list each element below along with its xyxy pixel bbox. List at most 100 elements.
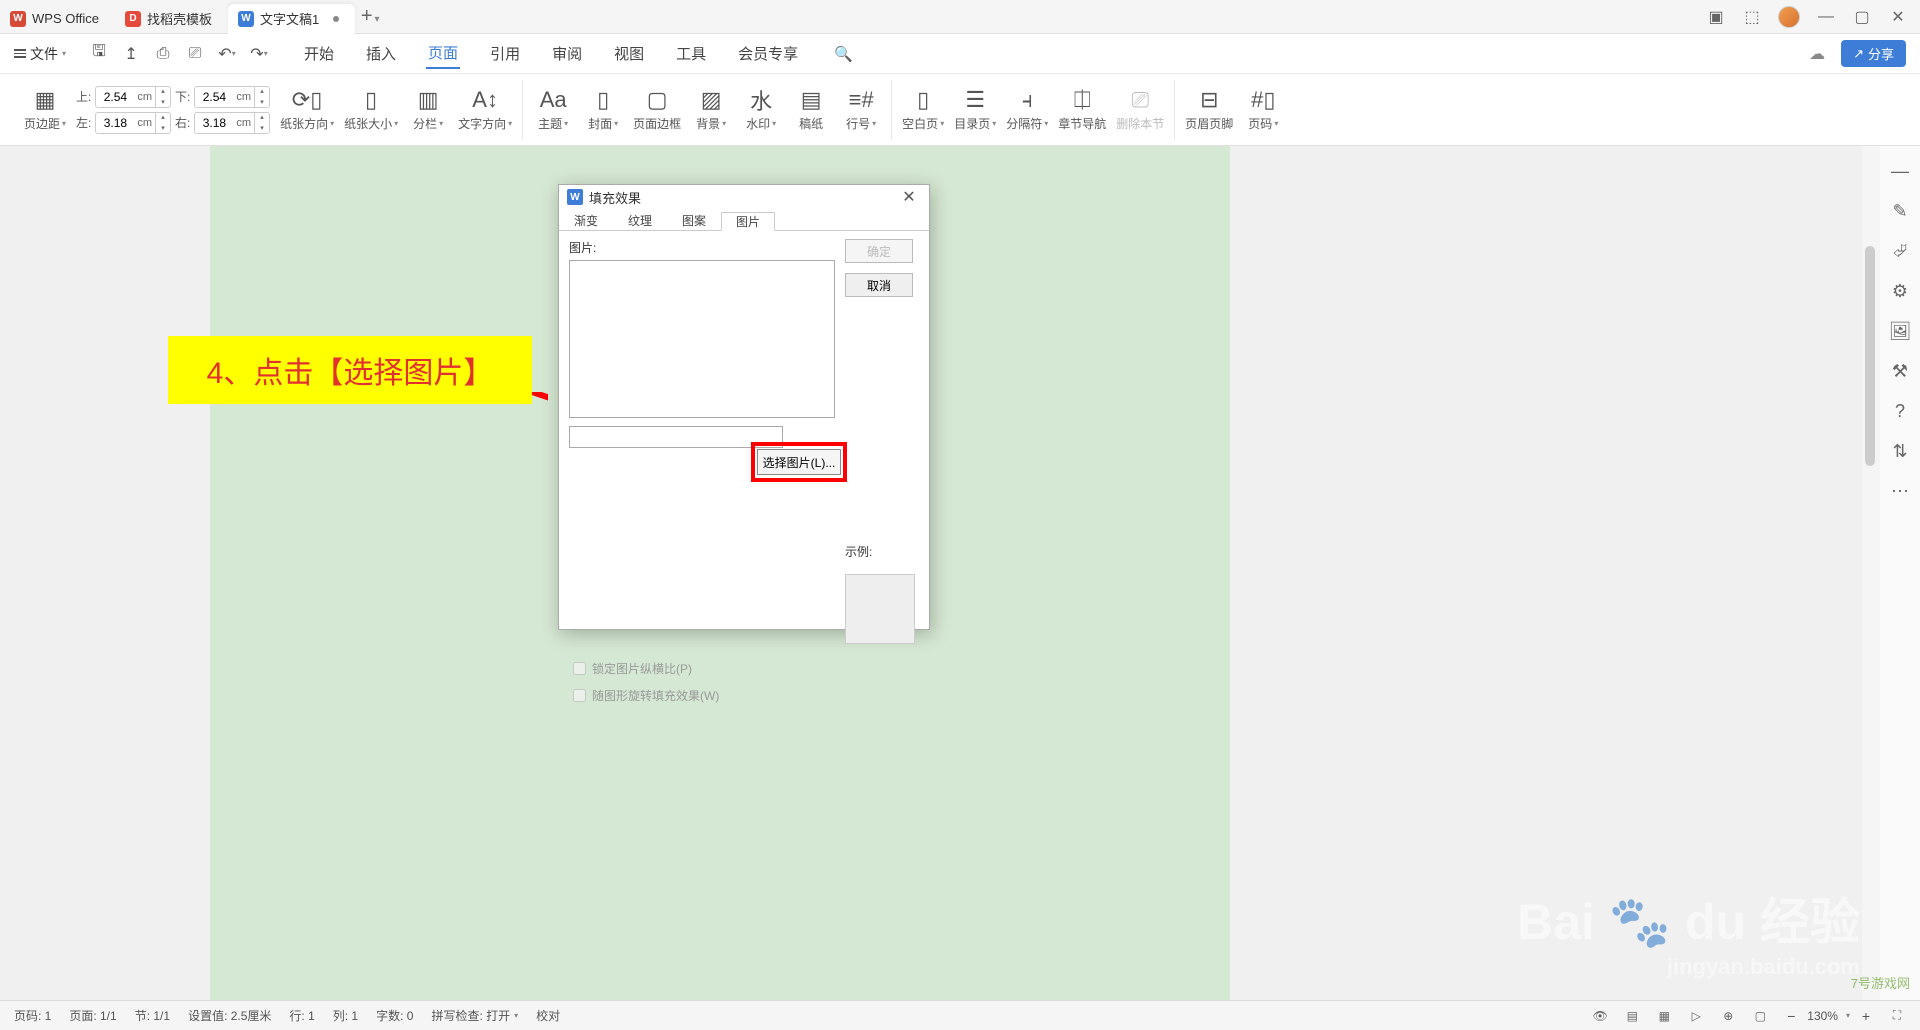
tools-icon[interactable]: ⚒: [1889, 360, 1911, 382]
status-proof[interactable]: 校对: [536, 1007, 560, 1024]
background-button[interactable]: ▨背景▾: [691, 87, 731, 132]
eye-icon[interactable]: 👁: [1591, 1007, 1609, 1025]
tab-pattern[interactable]: 图案: [667, 211, 721, 230]
settings-icon[interactable]: ⚙: [1889, 280, 1911, 302]
status-page[interactable]: 页面: 1/1: [69, 1007, 116, 1024]
page-margins-button[interactable]: ▦页边距▾: [24, 87, 66, 132]
tab-texture[interactable]: 纹理: [613, 211, 667, 230]
minus-icon[interactable]: —: [1889, 160, 1911, 182]
vertical-scrollbar[interactable]: [1862, 146, 1880, 1000]
cover-button[interactable]: ▯封面▾: [583, 87, 623, 132]
file-menu[interactable]: 文件▾: [14, 44, 74, 64]
save-icon[interactable]: 🖫: [90, 45, 108, 63]
blankpage-button[interactable]: ▯空白页▾: [902, 87, 944, 132]
orientation-button[interactable]: ⟳▯纸张方向▾: [280, 87, 334, 132]
dialog-close-button[interactable]: ✕: [897, 185, 921, 209]
cloud-icon[interactable]: ☁: [1809, 44, 1829, 64]
menu-icon: [14, 49, 26, 58]
export-icon[interactable]: ↥: [122, 45, 140, 63]
paper-size-button[interactable]: ▯纸张大小▾: [344, 87, 398, 132]
view2-icon[interactable]: ▦: [1655, 1007, 1673, 1025]
status-setval[interactable]: 设置值: 2.5厘米: [188, 1007, 271, 1024]
linenum-button[interactable]: ≡#行号▾: [841, 87, 881, 132]
cancel-button[interactable]: 取消: [845, 273, 913, 297]
add-tab-button[interactable]: +▾: [355, 5, 385, 28]
tab-document1[interactable]: W文字文稿1: [228, 4, 355, 34]
menu-review[interactable]: 审阅: [550, 39, 584, 68]
chapternav-button[interactable]: ⎅章节导航: [1058, 87, 1106, 132]
theme-button[interactable]: Aa主题▾: [533, 87, 573, 132]
share-button[interactable]: ↗分享: [1841, 40, 1906, 67]
menu-insert[interactable]: 插入: [364, 39, 398, 68]
more-icon[interactable]: ⋯: [1889, 480, 1911, 502]
blankpage-icon: ▯: [917, 87, 929, 113]
delsec-icon: ⎚: [1131, 87, 1149, 113]
menu-view[interactable]: 视图: [612, 39, 646, 68]
multiwindow-icon[interactable]: ▣: [1706, 7, 1726, 27]
zoom-control[interactable]: − 130%▾ +: [1783, 1008, 1874, 1024]
lock-aspect-checkbox[interactable]: 锁定图片纵横比(P): [573, 660, 915, 677]
ok-button: 确定: [845, 239, 913, 263]
status-spell[interactable]: 拼写检查: 打开 ▾: [431, 1007, 518, 1024]
view3-icon[interactable]: ▷: [1687, 1007, 1705, 1025]
headerfooter-button[interactable]: ⊟页眉页脚: [1185, 87, 1233, 132]
toc-icon: ☰: [965, 87, 985, 113]
image-icon[interactable]: 🖼: [1889, 320, 1911, 342]
select-icon[interactable]: ⮰: [1889, 240, 1911, 262]
status-row[interactable]: 行: 1: [289, 1007, 314, 1024]
web-icon[interactable]: ⊕: [1719, 1007, 1737, 1025]
margin-left-input[interactable]: cm▴▾: [95, 112, 171, 134]
status-col[interactable]: 列: 1: [333, 1007, 358, 1024]
minimize-button[interactable]: —: [1816, 7, 1836, 27]
avatar[interactable]: [1778, 6, 1800, 28]
rotate-fill-checkbox[interactable]: 随图形旋转填充效果(W): [573, 687, 915, 704]
fullscreen-icon[interactable]: ⛶: [1888, 1007, 1906, 1025]
close-button[interactable]: ✕: [1888, 7, 1908, 27]
text-direction-button[interactable]: A↕文字方向▾: [458, 87, 512, 132]
select-picture-button[interactable]: 选择图片(L)...: [757, 449, 841, 475]
page-border-button[interactable]: ▢页面边框: [633, 87, 681, 132]
draft-button[interactable]: ▤稿纸: [791, 87, 831, 132]
redo-icon[interactable]: ↷▾: [250, 45, 268, 63]
tab-picture[interactable]: 图片: [721, 212, 775, 231]
pagenum-button[interactable]: #▯页码▾: [1243, 87, 1283, 132]
margin-top-input[interactable]: cm▴▾: [95, 86, 171, 108]
toc-button[interactable]: ☰目录页▾: [954, 87, 996, 132]
status-page-no[interactable]: 页码: 1: [14, 1007, 51, 1024]
margin-bottom-input[interactable]: cm▴▾: [194, 86, 270, 108]
margin-right-input[interactable]: cm▴▾: [194, 112, 270, 134]
headerfooter-icon: ⊟: [1200, 87, 1218, 113]
watermark-button[interactable]: 水水印▾: [741, 87, 781, 132]
undo-icon[interactable]: ↶▾: [218, 45, 236, 63]
status-section[interactable]: 节: 1/1: [135, 1007, 170, 1024]
textdir-icon: A↕: [472, 87, 498, 113]
separator-button[interactable]: ⫞分隔符▾: [1006, 87, 1048, 132]
picture-name-field[interactable]: [569, 426, 783, 448]
menu-start[interactable]: 开始: [302, 39, 336, 68]
cube-icon[interactable]: ⬚: [1742, 7, 1762, 27]
tab-daoke[interactable]: D找稻壳模板: [115, 4, 228, 34]
menu-tools[interactable]: 工具: [674, 39, 708, 68]
main-menus: 开始 插入 页面 引用 审阅 视图 工具 会员专享 🔍: [302, 38, 853, 69]
tab-wps[interactable]: WWPS Office: [0, 4, 115, 34]
example-preview: [845, 574, 915, 644]
sync-icon[interactable]: ⇅: [1889, 440, 1911, 462]
orientation-icon: ⟳▯: [292, 87, 323, 113]
print-icon[interactable]: ⎙: [154, 45, 172, 63]
menu-vip[interactable]: 会员专享: [736, 39, 800, 68]
tab-gradient[interactable]: 渐变: [559, 211, 613, 230]
print-preview-icon[interactable]: ⎚: [186, 45, 204, 63]
pen-icon[interactable]: ✎: [1889, 200, 1911, 222]
view1-icon[interactable]: ▤: [1623, 1007, 1641, 1025]
maximize-button[interactable]: ▢: [1852, 7, 1872, 27]
columns-button[interactable]: ▥分栏▾: [408, 87, 448, 132]
status-chars[interactable]: 字数: 0: [376, 1007, 413, 1024]
menu-page[interactable]: 页面: [426, 38, 460, 69]
menu-ref[interactable]: 引用: [488, 39, 522, 68]
zoom-in-button[interactable]: +: [1858, 1008, 1874, 1024]
zoom-out-button[interactable]: −: [1783, 1008, 1799, 1024]
dialog-titlebar[interactable]: W 填充效果 ✕: [559, 185, 929, 209]
outline-icon[interactable]: ▢: [1751, 1007, 1769, 1025]
search-icon[interactable]: 🔍: [834, 45, 853, 63]
help-icon[interactable]: ?: [1889, 400, 1911, 422]
